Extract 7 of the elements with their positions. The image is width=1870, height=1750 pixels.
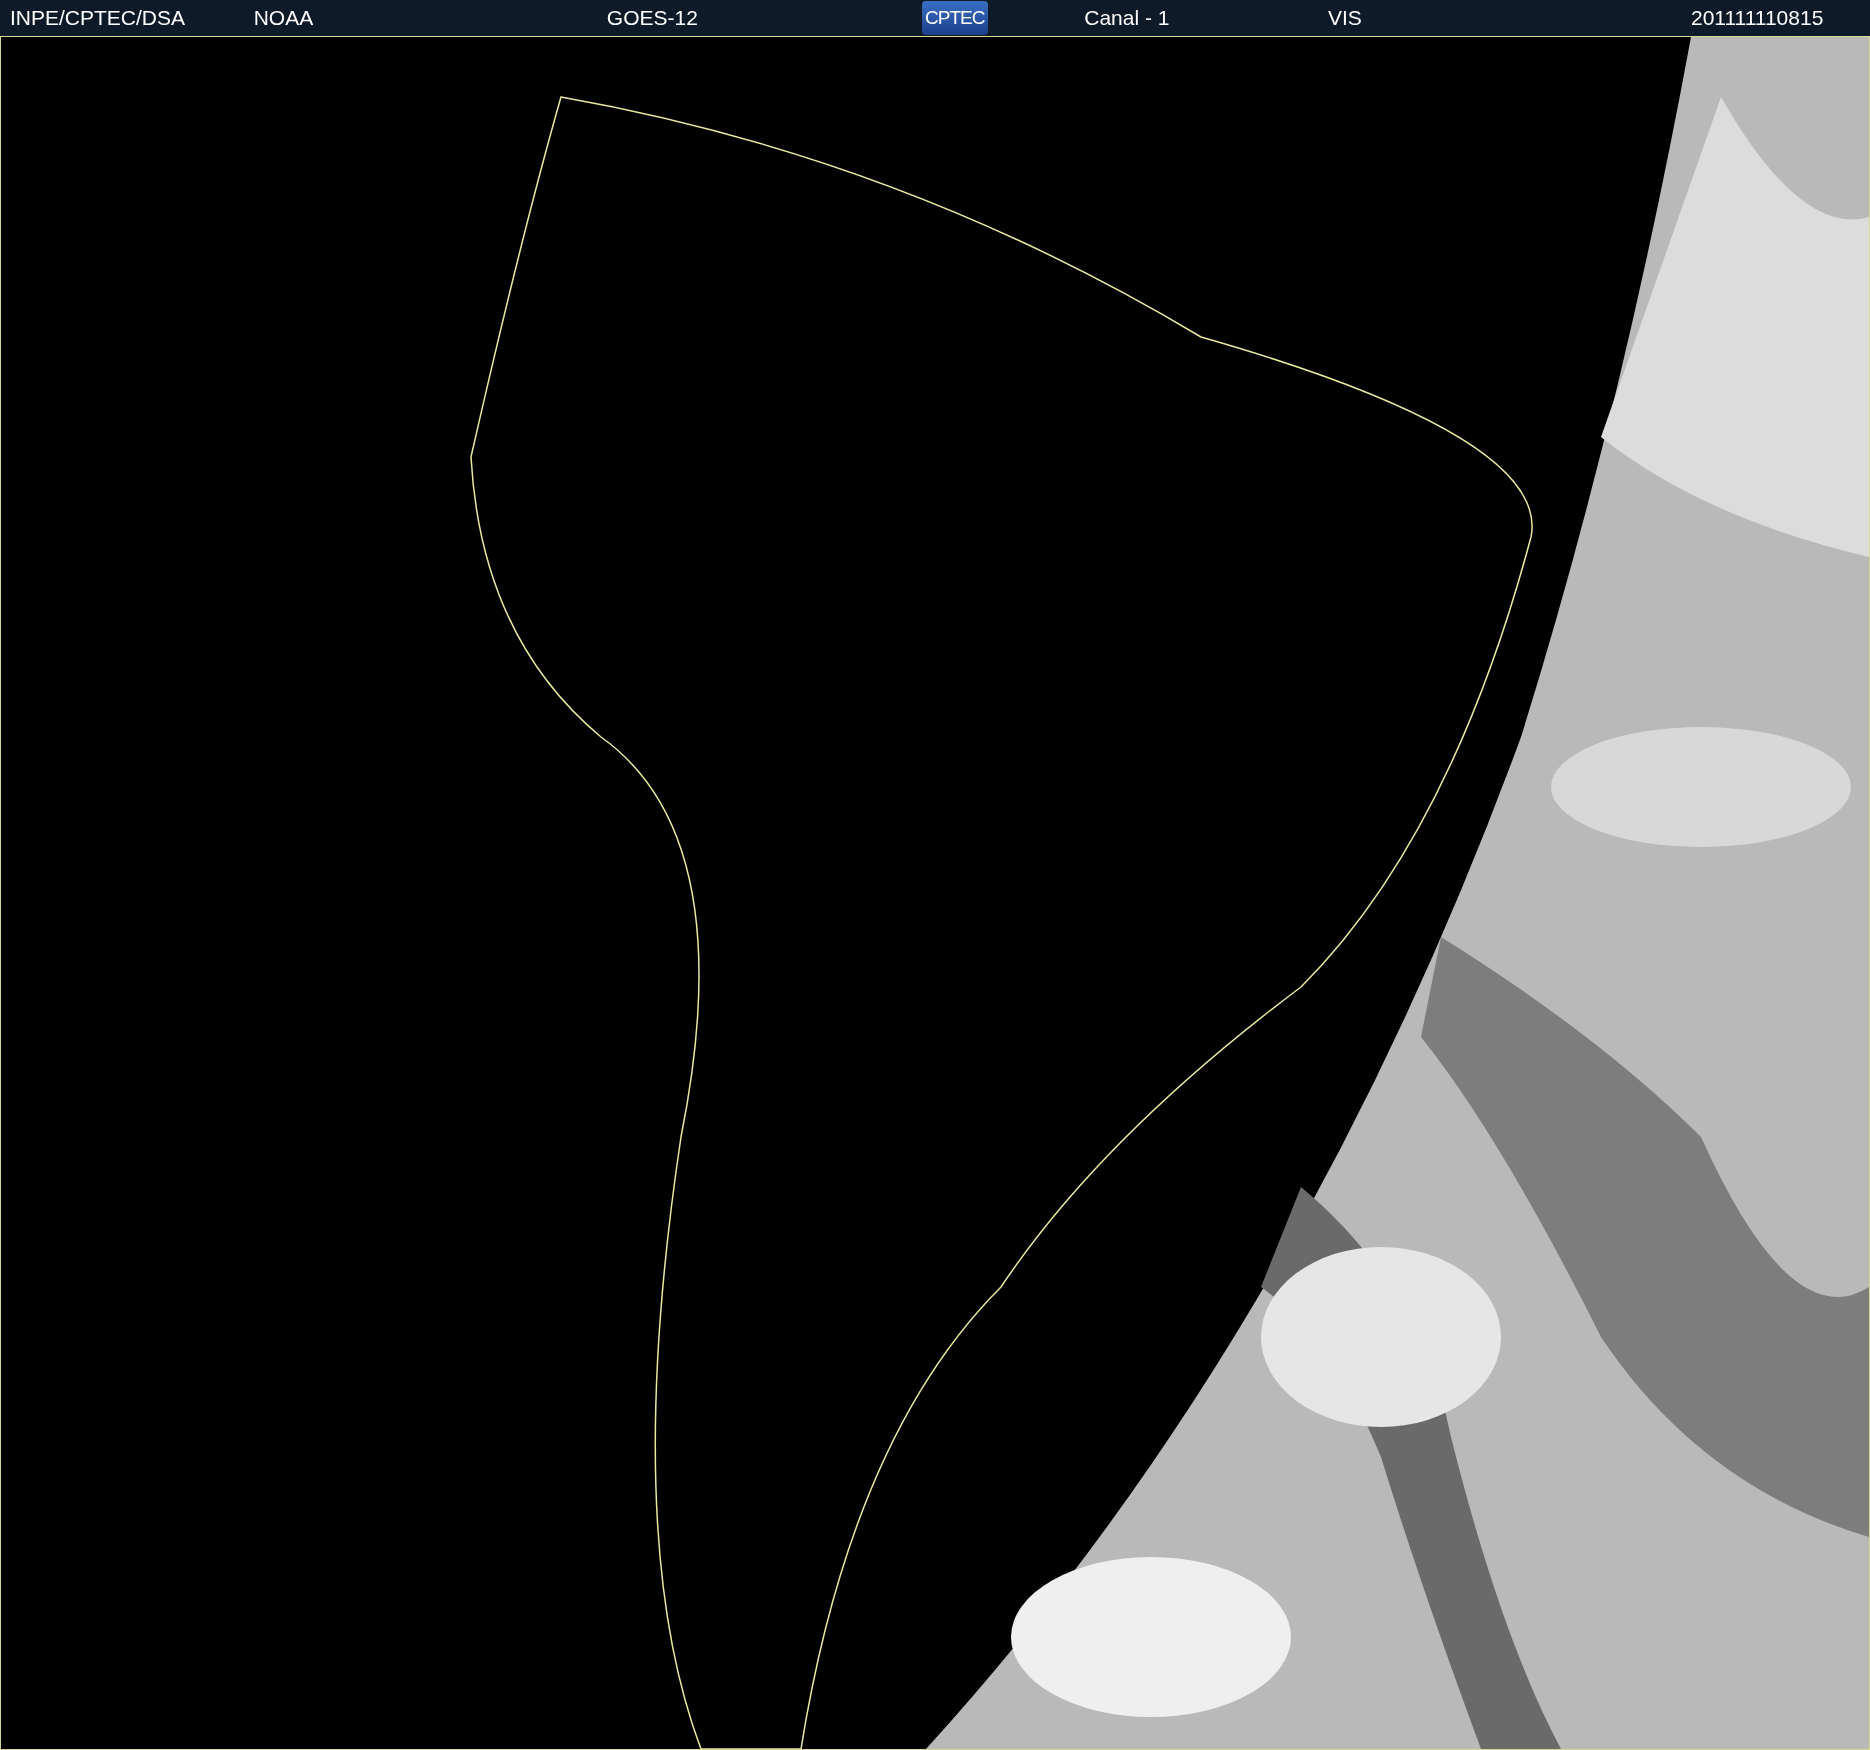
header-label: 201111110815 — [1690, 5, 1824, 32]
logo: CPTEC — [922, 1, 988, 35]
header-label: INPE/CPTEC/DSA — [10, 5, 186, 32]
header-label: Canal - 1 — [1084, 5, 1170, 32]
header-label: GOES-12 — [606, 5, 698, 32]
header-label: VIS — [1327, 5, 1362, 32]
header-label: NOAA — [253, 5, 314, 32]
